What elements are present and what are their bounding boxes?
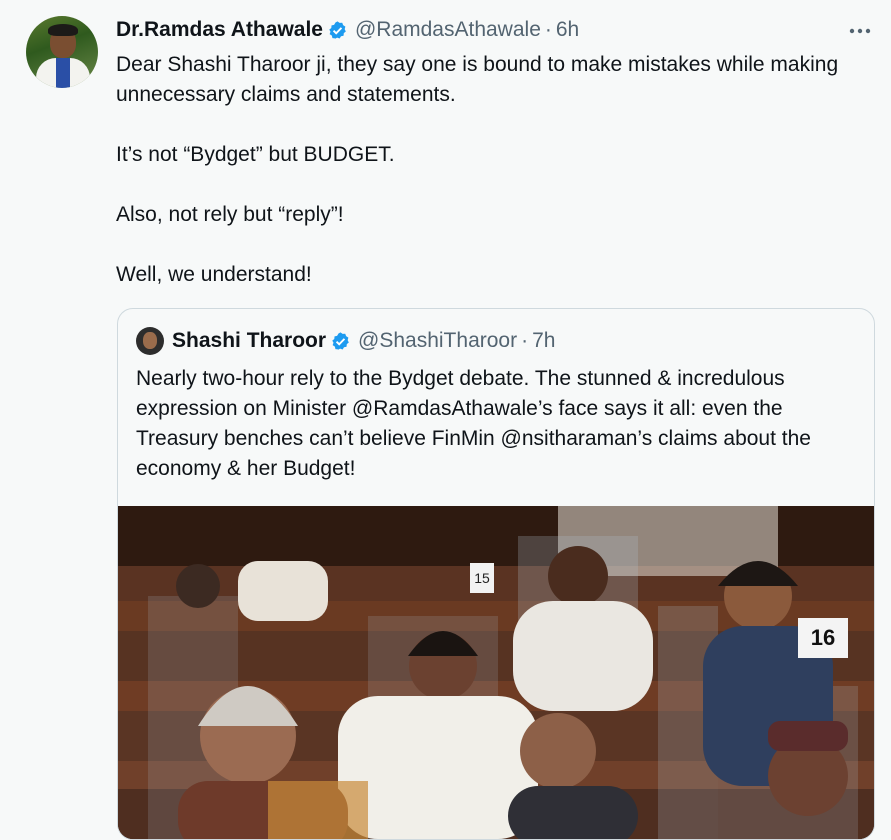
tweet-paragraph: Also, not rely but “reply”! — [116, 203, 344, 226]
quoted-tweet-photo[interactable]: 15 16 — [118, 506, 874, 839]
seat-label: 15 — [474, 570, 490, 586]
separator-dot: · — [544, 18, 552, 41]
parliament-photo-illustration — [118, 506, 874, 839]
tweet-timestamp[interactable]: 6h — [556, 18, 579, 42]
tweet-header: Dr.Ramdas Athawale @RamdasAthawale · 6h — [116, 18, 579, 42]
quoted-author-handle[interactable]: @ShashiTharoor — [358, 329, 517, 353]
quoted-tweet-header: Shashi Tharoor @ShashiTharoor · 7h — [136, 327, 555, 355]
tweet[interactable]: Dr.Ramdas Athawale @RamdasAthawale · 6h … — [0, 0, 891, 840]
quoted-author-avatar[interactable] — [136, 327, 164, 355]
author-avatar[interactable] — [26, 16, 98, 88]
author-name[interactable]: Dr.Ramdas Athawale — [116, 18, 323, 42]
more-options-icon[interactable] — [847, 18, 873, 44]
separator-dot: · — [521, 329, 529, 352]
tweet-paragraph: Well, we understand! — [116, 263, 312, 286]
tweet-paragraph: Dear Shashi Tharoor ji, they say one is … — [116, 53, 839, 106]
author-handle[interactable]: @RamdasAthawale — [355, 18, 541, 42]
verified-badge-icon — [329, 20, 346, 39]
quoted-tweet-text: Nearly two-hour rely to the Bydget debat… — [136, 367, 811, 480]
quoted-tweet-timestamp[interactable]: 7h — [532, 329, 555, 353]
tweet-text: Dear Shashi Tharoor ji, they say one is … — [116, 50, 856, 290]
seat-label: 16 — [810, 625, 836, 650]
verified-badge-icon — [332, 331, 349, 350]
quoted-tweet-card[interactable]: Shashi Tharoor @ShashiTharoor · 7h Nearl… — [117, 308, 875, 840]
tweet-paragraph: It’s not “Bydget” but BUDGET. — [116, 143, 395, 166]
quoted-author-name[interactable]: Shashi Tharoor — [172, 329, 326, 353]
